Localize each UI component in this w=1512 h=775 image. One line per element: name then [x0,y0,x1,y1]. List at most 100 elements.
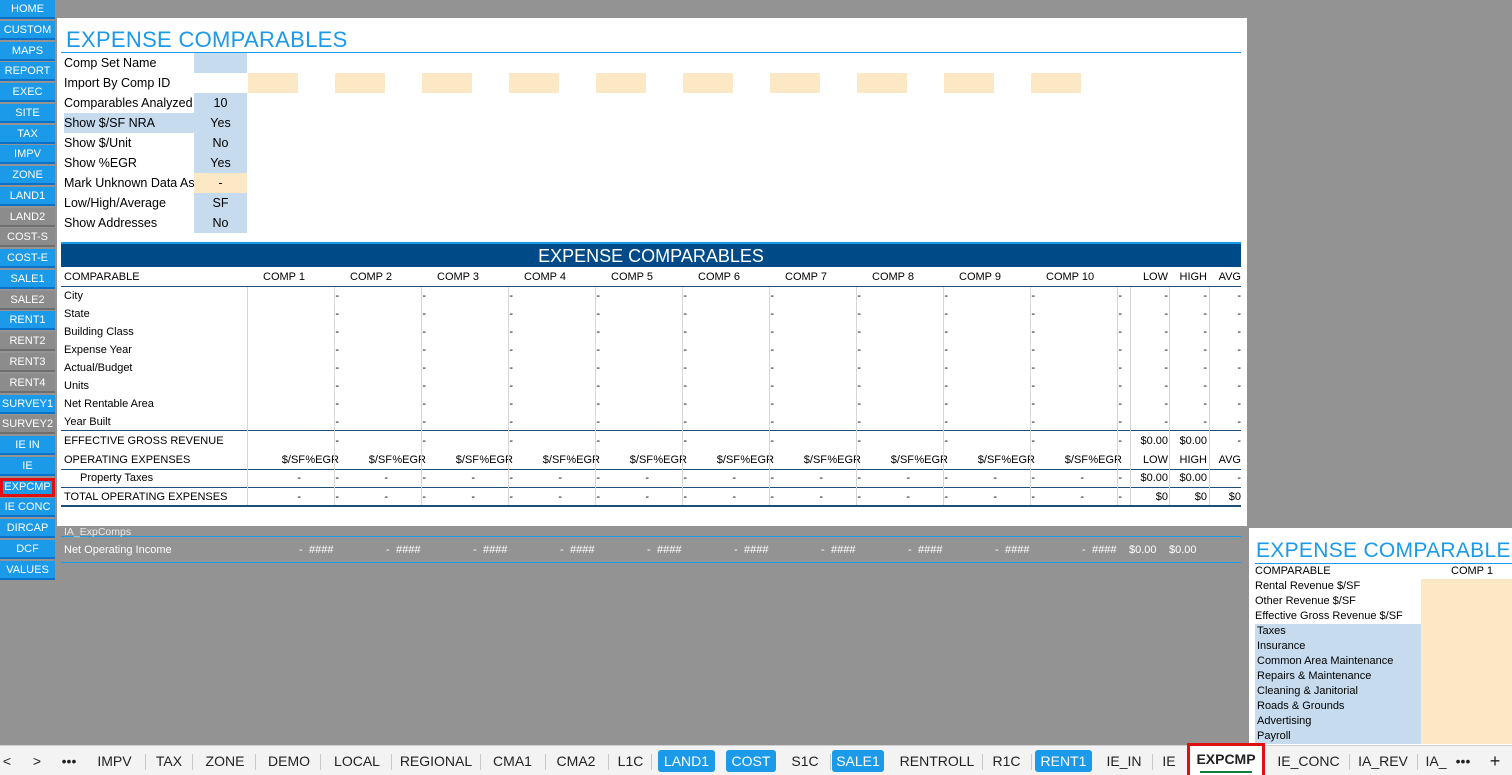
nav-cost-e-button[interactable]: COST-E [0,249,55,269]
nav-land1-button[interactable]: LAND1 [0,186,55,206]
opex-low-header: LOW [1142,454,1168,466]
nav-exec-button[interactable]: EXEC [0,83,55,103]
import-comp-id-input[interactable] [248,73,298,93]
right-pane-value-input[interactable] [1421,714,1512,729]
right-pane-value-input[interactable] [1421,609,1512,624]
right-pane-value-input[interactable] [1421,639,1512,654]
info-cell: - [683,380,687,392]
tab-demo[interactable]: DEMO [260,750,318,772]
nav-land2-button[interactable]: LAND2 [0,207,55,227]
nav-survey2-button[interactable]: SURVEY2 [0,415,55,435]
info-row-3-label: Expense Year [64,344,132,356]
import-comp-id-input[interactable] [422,73,472,93]
import-comp-id-input[interactable] [1031,73,1081,93]
nav-home-button[interactable]: HOME [0,0,55,19]
tab-land1[interactable]: LAND1 [658,750,715,772]
nav-sale2-button[interactable]: SALE2 [0,290,55,310]
setting-value-input[interactable]: - [194,173,247,193]
tab-rent1[interactable]: RENT1 [1035,750,1092,772]
tab-local[interactable]: LOCAL [325,750,389,772]
nav-ie-conc-button[interactable]: IE CONC [0,498,55,518]
import-comp-id-input[interactable] [509,73,559,93]
nav-tax-button[interactable]: TAX [0,124,55,144]
right-pane-value-input[interactable] [1421,594,1512,609]
nav-dcf-button[interactable]: DCF [0,539,55,559]
info-cell: - [1118,362,1122,374]
nav-maps-button[interactable]: MAPS [0,41,55,61]
nav-report-button[interactable]: REPORT [0,62,55,82]
tab-r1c[interactable]: R1C [984,750,1029,772]
add-sheet-button[interactable]: + [1484,750,1506,772]
nav-ie-button[interactable]: IE [0,456,55,476]
import-comp-id-input[interactable] [335,73,385,93]
right-pane-value-input[interactable] [1421,684,1512,699]
grid-vline [1130,287,1131,505]
setting-value-input[interactable]: Yes [194,153,247,173]
import-comp-id-input[interactable] [770,73,820,93]
tab-regional[interactable]: REGIONAL [394,750,478,772]
import-comp-id-input[interactable] [944,73,994,93]
right-pane-value-input[interactable] [1421,699,1512,714]
nav-values-button[interactable]: VALUES [0,560,55,580]
nav-cost-s-button[interactable]: COST-S [0,228,55,248]
info-cell: - [857,290,861,302]
nav-rent4-button[interactable]: RENT4 [0,373,55,393]
right-pane-value-input[interactable] [1421,729,1512,744]
import-comp-id-input[interactable] [683,73,733,93]
setting-value-input[interactable]: No [194,213,247,233]
setting-value-input[interactable]: 10 [194,93,247,113]
tab-more-right-button[interactable]: ••• [1452,750,1474,772]
right-pane-value-input[interactable] [1421,624,1512,639]
nav-rent1-button[interactable]: RENT1 [0,311,55,331]
tab-expcmp[interactable]: EXPCMP [1187,743,1265,775]
tab-more-left-button[interactable]: ••• [58,750,80,772]
import-comp-id-input[interactable] [857,73,907,93]
setting-value-input[interactable]: SF [194,193,247,213]
tab-scroll-right-button[interactable]: > [28,750,46,772]
nav-ie-in-button[interactable]: IE IN [0,436,55,456]
tab-impv[interactable]: IMPV [86,750,143,772]
tab-s1c[interactable]: S1C [782,750,828,772]
import-comp-id-input[interactable] [596,73,646,93]
tab-tax[interactable]: TAX [148,750,190,772]
right-pane-value-input[interactable] [1421,579,1512,594]
nav-custom-button[interactable]: CUSTOM [0,20,55,40]
setting-value-input[interactable]: No [194,133,247,153]
right-pane-value-input[interactable] [1421,654,1512,669]
nav-dircap-button[interactable]: DIRCAP [0,519,55,539]
nav-site-button[interactable]: SITE [0,103,55,123]
info-stat-cell: - [1164,308,1168,320]
tab-cma2[interactable]: CMA2 [546,750,606,772]
nav-rent2-button[interactable]: RENT2 [0,332,55,352]
nav-survey1-button[interactable]: SURVEY1 [0,394,55,414]
tab-scroll-left-button[interactable]: < [0,750,14,772]
tab-rentroll[interactable]: RENTROLL [894,750,980,772]
setting-value-input[interactable]: Yes [194,113,247,133]
nav-expcmp-button[interactable]: EXPCMP [0,477,55,497]
egr-low: $0.00 [1140,435,1168,447]
noi-hash: #### [309,544,334,556]
tab-sale1[interactable]: SALE1 [832,750,884,772]
tab-ie[interactable]: IE [1152,750,1186,772]
tab-l1c[interactable]: L1C [612,750,649,772]
right-pane-value-input[interactable] [1421,669,1512,684]
tab-cost[interactable]: COST [726,750,776,772]
tab-ia-rev[interactable]: IA_REV [1351,750,1415,772]
tab-ia-[interactable]: IA_ [1422,750,1450,772]
property-taxes-row: Property Taxes - - - - - - - - - - - - - - - - - - - - $0.00 $… [61,469,1241,487]
nav-impv-button[interactable]: IMPV [0,145,55,165]
noi-dash: - [908,544,912,556]
page-title: EXPENSE COMPARABLES [66,27,348,52]
tab-ie-in[interactable]: IE_IN [1098,750,1150,772]
nav-sale1-button[interactable]: SALE1 [0,269,55,289]
nav-rent3-button[interactable]: RENT3 [0,353,55,373]
opex-sf-header: $/SF [368,454,392,466]
setting-value-input[interactable] [194,53,247,73]
total-sf-cell: - [1080,491,1084,503]
tab-ie-conc[interactable]: IE_CONC [1270,750,1347,772]
tab-zone[interactable]: ZONE [197,750,253,772]
nav-zone-button[interactable]: ZONE [0,166,55,186]
tab-cma1[interactable]: CMA1 [482,750,543,772]
tab-label: LOCAL [334,753,380,769]
tab-separator [320,754,321,770]
